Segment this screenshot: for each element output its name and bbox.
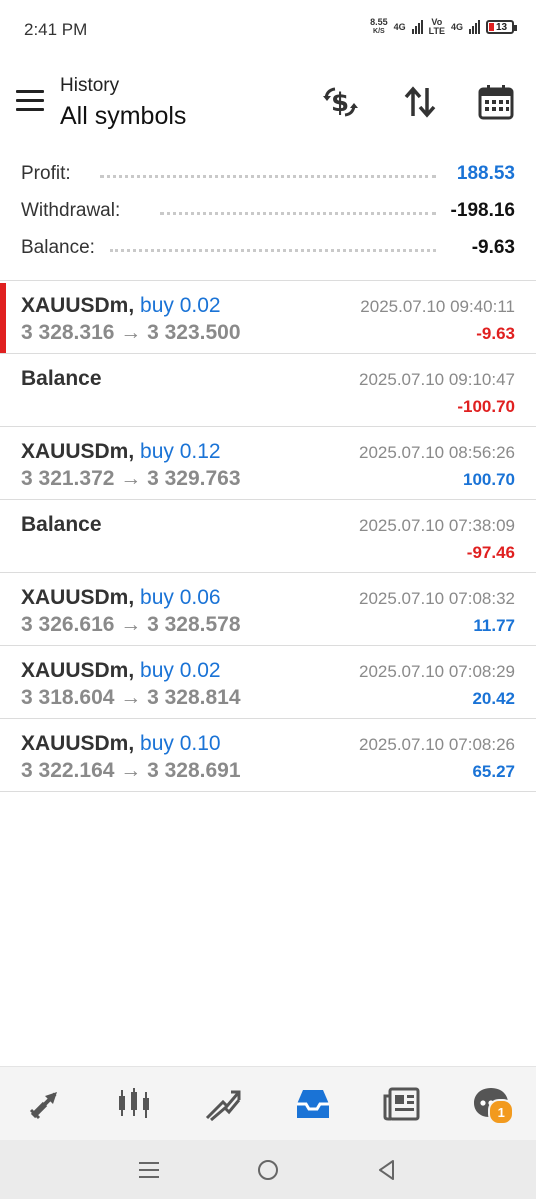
recents-icon[interactable] bbox=[129, 1150, 169, 1190]
calendar-icon[interactable] bbox=[476, 82, 516, 122]
bottom-nav: 1 bbox=[0, 1066, 536, 1141]
row-prices: 3 328.316 → 3 323.500 bbox=[21, 321, 241, 344]
withdrawal-row: Withdrawal: -198.16 bbox=[0, 195, 536, 232]
signal-icon bbox=[469, 20, 480, 34]
row-prices: 3 318.604 → 3 328.814 bbox=[21, 686, 241, 709]
balance-label: Balance: bbox=[21, 237, 101, 259]
balance-row: Balance: -9.63 bbox=[0, 232, 536, 269]
dollar-exchange-icon[interactable]: $ bbox=[320, 82, 360, 122]
row-date: 2025.07.10 08:56:26 bbox=[359, 443, 515, 462]
battery-icon: 13 bbox=[486, 20, 517, 34]
row-profit: 100.70 bbox=[463, 470, 515, 489]
row-symbol: XAUUSDm, buy 0.06 bbox=[21, 586, 221, 609]
volte-icon: Vo LTE bbox=[428, 17, 445, 36]
balance-value: -9.63 bbox=[463, 237, 515, 259]
row-profit: 11.77 bbox=[473, 616, 515, 635]
row-prices: 3 321.372 → 3 329.763 bbox=[21, 467, 241, 490]
row-date: 2025.07.10 07:08:26 bbox=[359, 735, 515, 754]
messages-icon[interactable]: 1 bbox=[466, 1079, 516, 1129]
profit-label: Profit: bbox=[21, 163, 77, 185]
row-symbol: Balance bbox=[21, 513, 102, 536]
network-type-1: 4G bbox=[393, 22, 406, 32]
signal-icon bbox=[411, 20, 423, 34]
back-icon[interactable] bbox=[367, 1150, 407, 1190]
status-bar: 2:41 PM 8.55 K/S 4G Vo LTE 4G 13 bbox=[0, 0, 536, 60]
row-profit: -9.63 bbox=[476, 324, 515, 343]
profit-value: 188.53 bbox=[448, 163, 515, 185]
row-symbol: XAUUSDm, buy 0.12 bbox=[21, 440, 221, 463]
row-date: 2025.07.10 07:08:32 bbox=[359, 589, 515, 608]
menu-icon[interactable] bbox=[16, 90, 44, 114]
history-row[interactable]: XAUUSDm, buy 0.02 3 318.604 → 3 328.814 … bbox=[0, 646, 536, 719]
system-nav bbox=[0, 1140, 536, 1199]
row-symbol: XAUUSDm, buy 0.02 bbox=[21, 294, 221, 317]
clock: 2:41 PM bbox=[24, 20, 88, 39]
profit-row: Profit: 188.53 bbox=[0, 158, 536, 195]
history-row[interactable]: Balance 2025.07.10 09:10:47 -100.70 bbox=[0, 354, 536, 427]
home-icon[interactable] bbox=[248, 1150, 288, 1190]
selected-marker bbox=[0, 283, 6, 353]
history-row[interactable]: XAUUSDm, buy 0.10 3 322.164 → 3 328.691 … bbox=[0, 719, 536, 792]
network-speed: 8.55 K/S bbox=[370, 17, 388, 36]
chart-icon[interactable] bbox=[109, 1079, 159, 1129]
history-list: XAUUSDm, buy 0.02 3 328.316 → 3 323.500 … bbox=[0, 280, 536, 792]
row-date: 2025.07.10 09:40:11 bbox=[360, 297, 515, 316]
messages-badge: 1 bbox=[488, 1099, 515, 1125]
history-row[interactable]: XAUUSDm, buy 0.12 3 321.372 → 3 329.763 … bbox=[0, 427, 536, 500]
quotes-icon[interactable] bbox=[20, 1079, 70, 1129]
account-summary: Profit: 188.53 Withdrawal: -198.16 Balan… bbox=[0, 158, 536, 269]
withdrawal-value: -198.16 bbox=[442, 200, 515, 222]
row-profit: 20.42 bbox=[472, 689, 515, 708]
news-icon[interactable] bbox=[377, 1079, 427, 1129]
row-profit: 65.27 bbox=[472, 762, 515, 781]
history-row[interactable]: Balance 2025.07.10 07:38:09 -97.46 bbox=[0, 500, 536, 573]
app-header: History All symbols $ bbox=[0, 62, 536, 144]
row-profit: -97.46 bbox=[466, 543, 515, 562]
row-profit: -100.70 bbox=[457, 397, 515, 416]
row-symbol: Balance bbox=[21, 367, 102, 390]
history-row[interactable]: XAUUSDm, buy 0.02 3 328.316 → 3 323.500 … bbox=[0, 281, 536, 354]
header-subtitle: History bbox=[60, 75, 120, 96]
row-prices: 3 322.164 → 3 328.691 bbox=[21, 759, 241, 782]
symbol-filter[interactable]: All symbols bbox=[60, 102, 186, 131]
row-symbol: XAUUSDm, buy 0.02 bbox=[21, 659, 221, 682]
sort-icon[interactable] bbox=[400, 82, 440, 122]
status-icons: 8.55 K/S 4G Vo LTE 4G 13 bbox=[370, 17, 517, 36]
row-date: 2025.07.10 07:38:09 bbox=[359, 516, 515, 535]
trade-icon[interactable] bbox=[198, 1079, 248, 1129]
row-symbol: XAUUSDm, buy 0.10 bbox=[21, 732, 221, 755]
history-icon[interactable] bbox=[288, 1079, 338, 1129]
row-date: 2025.07.10 07:08:29 bbox=[359, 662, 515, 681]
withdrawal-label: Withdrawal: bbox=[21, 200, 127, 222]
network-type-2: 4G bbox=[450, 22, 463, 32]
row-date: 2025.07.10 09:10:47 bbox=[359, 370, 515, 389]
row-prices: 3 326.616 → 3 328.578 bbox=[21, 613, 241, 636]
history-row[interactable]: XAUUSDm, buy 0.06 3 326.616 → 3 328.578 … bbox=[0, 573, 536, 646]
